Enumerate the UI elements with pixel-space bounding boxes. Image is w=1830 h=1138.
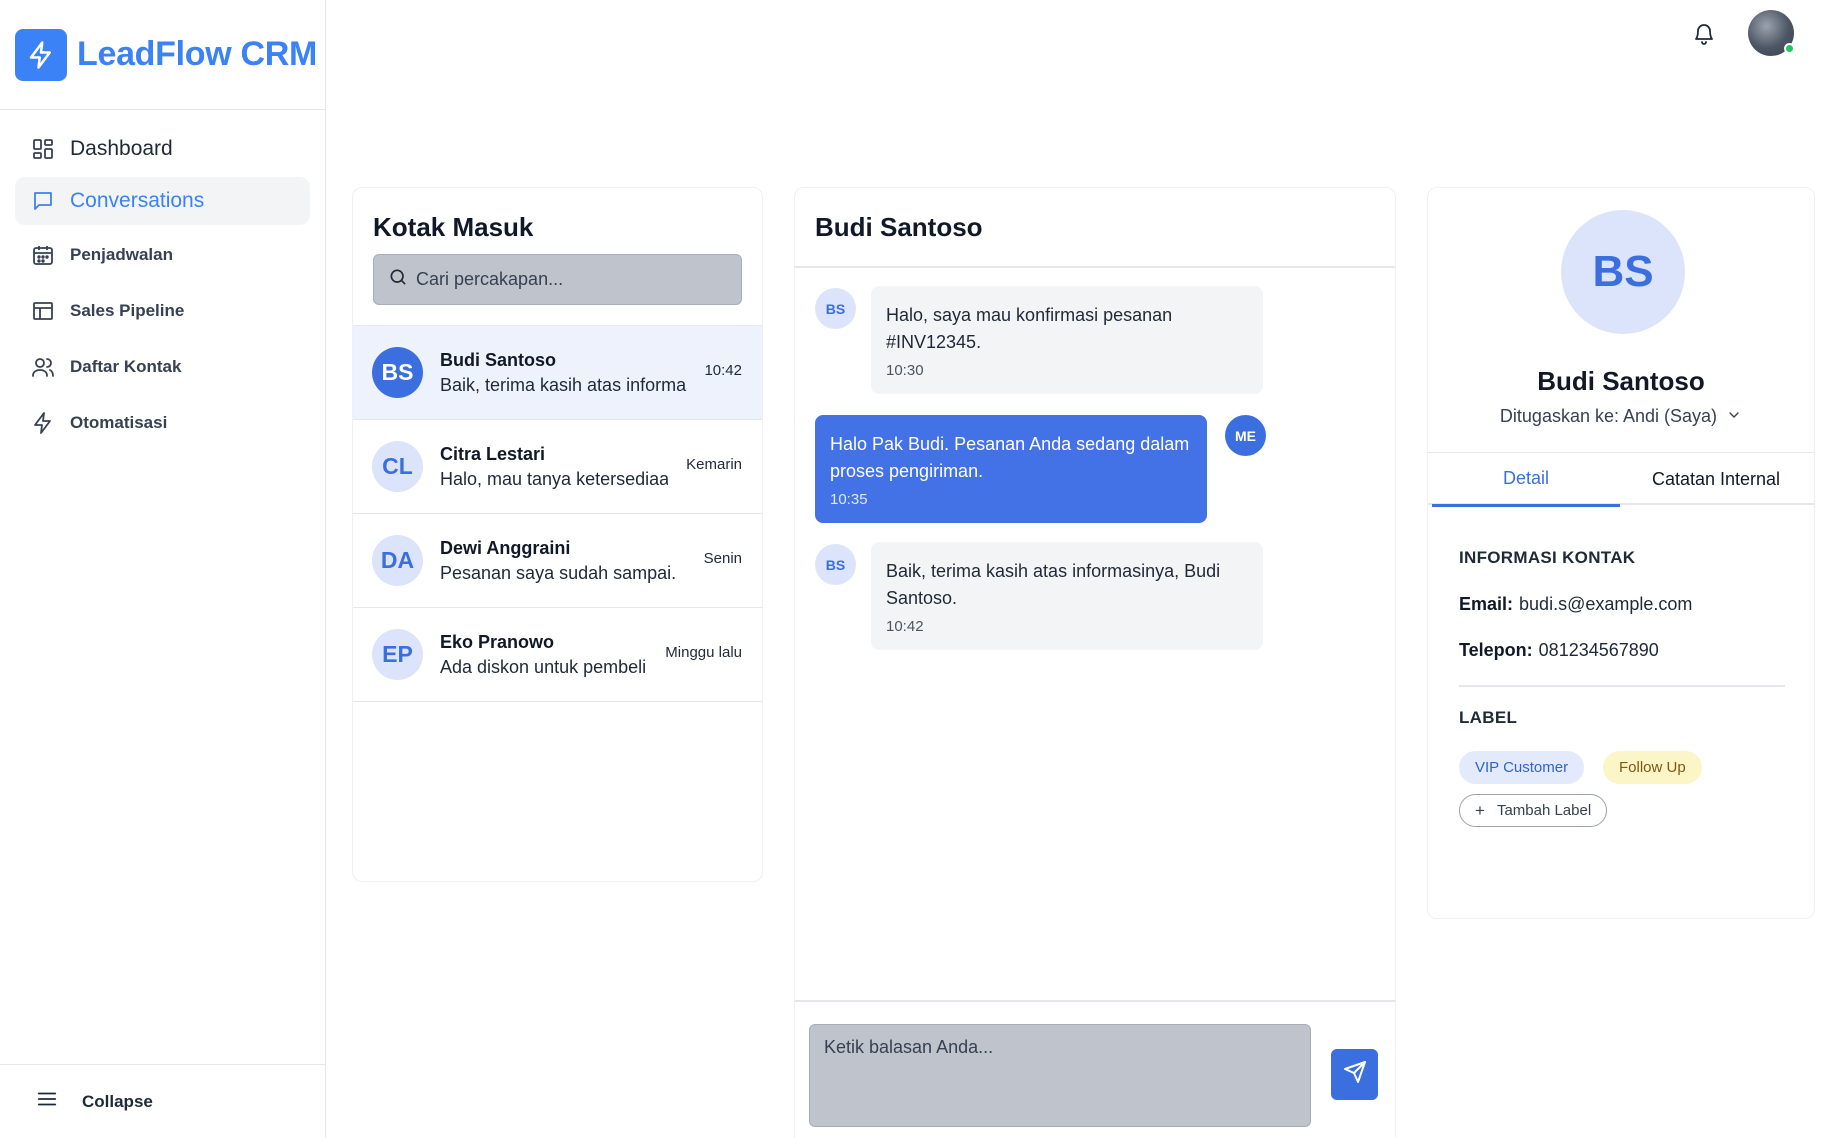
sidebar: LeadFlow CRM Dashboard Conversations Pen… [0, 0, 326, 1138]
section-heading-label: LABEL [1459, 708, 1518, 727]
message-text: Halo, saya mau konfirmasi pesanan #INV12… [886, 305, 1173, 352]
conversation-name: Dewi Anggraini [440, 538, 571, 558]
nav-label: Dashboard [70, 137, 173, 160]
nav-label: Otomatisasi [70, 413, 168, 432]
assign-dropdown[interactable]: Ditugaskan ke: Andi (Saya) [1428, 406, 1814, 428]
conversation-snippet: Ada diskon untuk pembelian [440, 657, 645, 677]
conversation-item[interactable]: BS Budi Santoso Baik, terima kasih atas … [353, 326, 762, 420]
phone-label: Telepon: [1459, 640, 1533, 660]
message-time: 10:35 [830, 491, 868, 508]
brand[interactable]: LeadFlow CRM [0, 0, 325, 110]
message-bubble: Halo, saya mau konfirmasi pesanan #INV12… [871, 286, 1263, 394]
add-label-text: Tambah Label [1496, 802, 1592, 819]
avatar: BS [815, 288, 856, 329]
nav-label: Daftar Kontak [70, 357, 182, 376]
avatar: DA [372, 535, 423, 586]
conversation-snippet: Pesanan saya sudah sampai. [440, 563, 677, 583]
avatar: EP [372, 629, 423, 680]
message-text: Baik, terima kasih atas informasinya, Bu… [886, 561, 1221, 608]
chat-title: Budi Santoso [815, 212, 983, 242]
chat-panel: Budi Santoso BS Halo, saya mau konfirmas… [794, 187, 1396, 1138]
contact-avatar: BS [1561, 210, 1685, 334]
detail-tabs: Detail Catatan Internal [1428, 452, 1814, 507]
contact-detail-panel: BS Budi Santoso Ditugaskan ke: Andi (Say… [1427, 187, 1815, 919]
nav-item-dashboard[interactable]: Dashboard [15, 125, 310, 173]
user-avatar[interactable] [1748, 10, 1795, 56]
message-bubble: Baik, terima kasih atas informasinya, Bu… [871, 542, 1263, 650]
avatar: CL [372, 441, 423, 492]
composer: Ketik balasan Anda... [795, 1000, 1395, 1138]
conversation-snippet: Halo, mau tanya ketersediaan [440, 469, 668, 489]
plus-icon: + [1475, 800, 1485, 820]
label-chip-follow-up[interactable]: Follow Up [1603, 751, 1702, 784]
conversation-snippet: Baik, terima kasih atas informasinya, Bu… [440, 375, 687, 395]
conversation-time: 10:42 [704, 362, 742, 379]
menu-icon [36, 1088, 58, 1115]
tab-detail[interactable]: Detail [1432, 453, 1620, 507]
conversation-list: BS Budi Santoso Baik, terima kasih atas … [353, 325, 762, 702]
chevron-down-icon [1726, 407, 1742, 428]
nav-label: Penjadwalan [70, 245, 173, 264]
lightning-icon [30, 410, 56, 436]
message-time: 10:30 [886, 362, 924, 379]
email-label: Email: [1459, 594, 1514, 614]
phone-value: 081234567890 [1538, 640, 1659, 660]
conversation-item[interactable]: CL Citra Lestari Halo, mau tanya keterse… [353, 420, 762, 514]
conversation-time: Minggu lalu [665, 644, 742, 661]
nav-label: Sales Pipeline [70, 301, 185, 320]
send-button[interactable] [1331, 1049, 1378, 1100]
users-icon [30, 354, 56, 380]
search-input[interactable]: Cari percakapan... [373, 254, 742, 305]
conversation-item[interactable]: DA Dewi Anggraini Pesanan saya sudah sam… [353, 514, 762, 608]
search-placeholder: Cari percakapan... [416, 269, 564, 289]
message-time: 10:42 [886, 618, 924, 635]
avatar: BS [815, 544, 856, 585]
avatar: BS [372, 347, 423, 398]
chat-header: Budi Santoso [795, 188, 1395, 268]
assign-label: Ditugaskan ke: Andi (Saya) [1499, 406, 1718, 426]
chat-icon [30, 188, 56, 214]
reply-input[interactable]: Ketik balasan Anda... [809, 1024, 1311, 1127]
brand-name: LeadFlow CRM [77, 35, 318, 73]
avatar: ME [1225, 415, 1266, 456]
divider [1459, 685, 1785, 687]
online-status-dot [1784, 43, 1795, 54]
label-chip-vip-customer[interactable]: VIP Customer [1459, 751, 1585, 784]
send-icon [1343, 1060, 1367, 1089]
conversation-time: Senin [703, 550, 742, 567]
inbox-panel: Kotak Masuk Cari percakapan... BS Budi S… [352, 187, 763, 882]
nav-item-conversations[interactable]: Conversations [15, 177, 310, 225]
section-heading-info: INFORMASI KONTAK [1459, 548, 1636, 567]
collapse-label: Collapse [82, 1091, 153, 1111]
table-icon [30, 298, 56, 324]
phone-field: Telepon: 081234567890 [1459, 640, 1659, 661]
nav-label: Conversations [70, 189, 205, 212]
message-text: Halo Pak Budi. Pesanan Anda sedang dalam… [830, 434, 1190, 481]
bell-icon[interactable] [1688, 18, 1720, 50]
search-icon [388, 267, 408, 292]
calendar-icon [30, 242, 56, 268]
lightning-logo-icon [15, 28, 67, 81]
conversation-time: Kemarin [686, 456, 742, 473]
conversation-name: Citra Lestari [440, 444, 546, 464]
email-value: budi.s@example.com [1519, 594, 1693, 614]
conversation-name: Eko Pranowo [440, 632, 555, 652]
main-nav: Dashboard Conversations Penjadwalan Sale… [0, 110, 325, 468]
message-bubble: Halo Pak Budi. Pesanan Anda sedang dalam… [815, 415, 1207, 523]
add-label-button[interactable]: + Tambah Label [1459, 794, 1608, 827]
inbox-title: Kotak Masuk [373, 212, 534, 242]
conversation-name: Budi Santoso [440, 350, 556, 370]
email-field: Email: budi.s@example.com [1459, 594, 1692, 615]
tab-catatan-internal[interactable]: Catatan Internal [1620, 453, 1812, 506]
nav-item-sales-pipeline[interactable]: Sales Pipeline [15, 285, 310, 337]
nav-item-otomatisasi[interactable]: Otomatisasi [15, 397, 310, 449]
conversation-item[interactable]: EP Eko Pranowo Ada diskon untuk pembelia… [353, 608, 762, 702]
grid-icon [30, 136, 56, 162]
nav-item-daftar-kontak[interactable]: Daftar Kontak [15, 341, 310, 393]
contact-name: Budi Santoso [1537, 366, 1705, 396]
nav-item-penjadwalan[interactable]: Penjadwalan [15, 229, 310, 281]
collapse-button[interactable]: Collapse [0, 1064, 325, 1138]
